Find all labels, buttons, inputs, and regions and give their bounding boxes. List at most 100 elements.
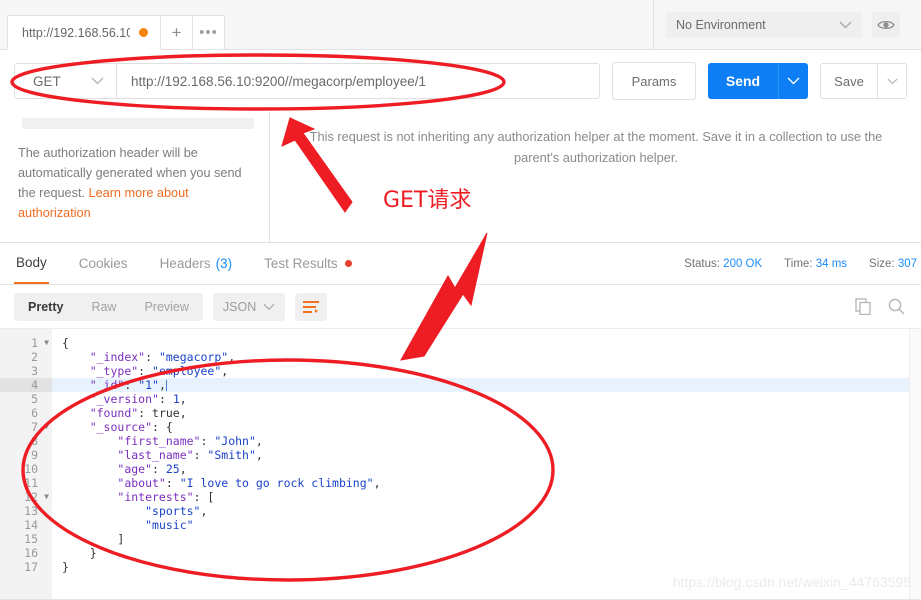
plus-icon: + <box>171 22 182 42</box>
code-token: : <box>124 378 139 392</box>
chevron-down-icon <box>886 78 898 84</box>
environment-quick-look-button[interactable] <box>872 11 900 38</box>
vertical-scrollbar[interactable] <box>909 329 921 600</box>
code-token: , <box>158 378 166 392</box>
body-format-value: JSON <box>222 299 257 314</box>
tab-body[interactable]: Body <box>14 243 49 284</box>
view-pretty-label: Pretty <box>28 299 64 314</box>
word-wrap-button[interactable] <box>295 292 328 321</box>
tab-test-results-label: Test Results <box>264 256 338 271</box>
size-value: 307 <box>897 257 917 270</box>
request-tab-label: http://192.168.56.10:9 <box>22 25 130 40</box>
code-line: "_source": { <box>52 420 921 434</box>
line-number: 10 <box>24 462 38 476</box>
fold-toggle-icon[interactable]: ▼ <box>44 420 49 434</box>
save-button-label: Save <box>834 73 864 89</box>
response-body-code-view[interactable]: 1 ▼ 2 3 4 5 6 7 ▼ 8 9 10 11 12 ▼ 13 14 15 16 17 { "_index":… <box>0 329 921 600</box>
url-input-value: http://192.168.56.10:9200//megacorp/empl… <box>131 73 426 89</box>
url-input[interactable]: http://192.168.56.10:9200//megacorp/empl… <box>116 63 600 99</box>
code-line: "first_name": "John", <box>52 434 921 448</box>
body-view-segmented-control: Pretty Raw Preview <box>14 292 203 321</box>
code-token: "I love to go rock climbing" <box>179 476 374 490</box>
authorization-panel: The authorization header will be automat… <box>0 112 921 243</box>
view-raw-button[interactable]: Raw <box>77 293 130 321</box>
status-meta: Status: 200 OK <box>684 258 762 270</box>
code-line: "interests": [ <box>52 490 921 504</box>
size-meta: Size: 307 <box>869 258 917 270</box>
send-button[interactable]: Send <box>708 63 778 99</box>
send-button-label: Send <box>725 73 761 89</box>
postman-window: http://192.168.56.10:9 + ••• No Environm… <box>0 0 921 600</box>
line-number: 2 <box>31 350 38 364</box>
code-token: "first_name" <box>117 434 201 448</box>
view-raw-label: Raw <box>91 299 117 314</box>
fold-toggle-icon[interactable]: ▼ <box>44 336 49 350</box>
code-line: "sports", <box>52 504 921 518</box>
code-token: : <box>145 350 159 364</box>
code-token: "1" <box>138 378 159 392</box>
tab-test-results[interactable]: Test Results <box>262 243 354 284</box>
code-line: } <box>52 546 921 560</box>
code-token: "about" <box>117 476 166 490</box>
code-token: "_source" <box>89 420 153 434</box>
code-token: : <box>165 476 180 490</box>
code-line: "_index": "megacorp", <box>52 350 921 364</box>
code-token: true <box>152 406 180 420</box>
authorization-type-select[interactable] <box>22 118 254 129</box>
body-format-select[interactable]: JSON <box>212 292 286 321</box>
save-button[interactable]: Save <box>820 63 878 99</box>
tab-headers-label: Headers <box>159 256 211 271</box>
tab-headers[interactable]: Headers (3) <box>158 243 235 284</box>
code-token: "megacorp" <box>158 350 229 364</box>
environment-area: No Environment <box>654 0 921 50</box>
search-button[interactable] <box>888 298 905 315</box>
code-line: "_version": 1, <box>52 392 921 406</box>
code-token: ] <box>117 532 125 546</box>
code-token: "John" <box>214 434 256 448</box>
line-number: 17 <box>24 560 38 574</box>
fold-toggle-icon[interactable]: ▼ <box>44 490 49 504</box>
code-token: "last_name" <box>117 448 194 462</box>
response-meta: Status: 200 OK Time: 34 ms Size: 307 <box>662 258 921 270</box>
tab-cookies[interactable]: Cookies <box>77 243 130 284</box>
send-button-group: Send <box>708 63 808 99</box>
annotation-label-get-request: GET请求 <box>383 188 472 213</box>
search-icon <box>888 298 905 315</box>
code-token: , <box>228 350 236 364</box>
http-method-select[interactable]: GET <box>14 63 116 99</box>
view-preview-label: Preview <box>144 299 189 314</box>
chevron-down-icon <box>839 21 852 28</box>
authorization-note: The authorization header will be automat… <box>18 143 249 223</box>
view-pretty-button[interactable]: Pretty <box>14 293 77 321</box>
code-token: "_type" <box>89 364 139 378</box>
environment-select[interactable]: No Environment <box>666 11 862 38</box>
view-preview-button[interactable]: Preview <box>130 293 202 321</box>
request-url-bar: GET http://192.168.56.10:9200//megacorp/… <box>0 50 921 112</box>
code-token: : { <box>152 420 173 434</box>
code-token: , <box>200 504 208 518</box>
request-tab[interactable]: http://192.168.56.10:9 <box>7 15 161 50</box>
code-token: "_version" <box>89 392 159 406</box>
line-number: 3 <box>31 364 38 378</box>
copy-button[interactable] <box>855 298 872 315</box>
authorization-inherit-message: This request is not inheriting any autho… <box>309 129 883 165</box>
status-value: 200 OK <box>723 257 763 270</box>
line-number: 9 <box>31 448 38 462</box>
params-button[interactable]: Params <box>612 62 696 100</box>
code-token: "_id" <box>89 378 125 392</box>
code-token: : <box>158 392 173 406</box>
save-options-button[interactable] <box>878 63 907 99</box>
tab-options-button[interactable]: ••• <box>193 15 225 50</box>
code-line: { <box>52 336 921 350</box>
tab-headers-count: (3) <box>215 256 233 271</box>
test-results-indicator-dot-icon <box>344 260 352 267</box>
line-number: 14 <box>24 518 38 532</box>
http-method-value: GET <box>33 73 61 89</box>
json-code-area[interactable]: { "_index": "megacorp", "_type": "employ… <box>52 329 921 600</box>
line-number: 15 <box>24 532 38 546</box>
environment-select-value: No Environment <box>676 17 766 32</box>
new-tab-button[interactable]: + <box>161 15 193 50</box>
send-options-button[interactable] <box>778 63 808 99</box>
request-tabs-strip: http://192.168.56.10:9 + ••• <box>0 0 654 50</box>
code-line: "last_name": "Smith", <box>52 448 921 462</box>
